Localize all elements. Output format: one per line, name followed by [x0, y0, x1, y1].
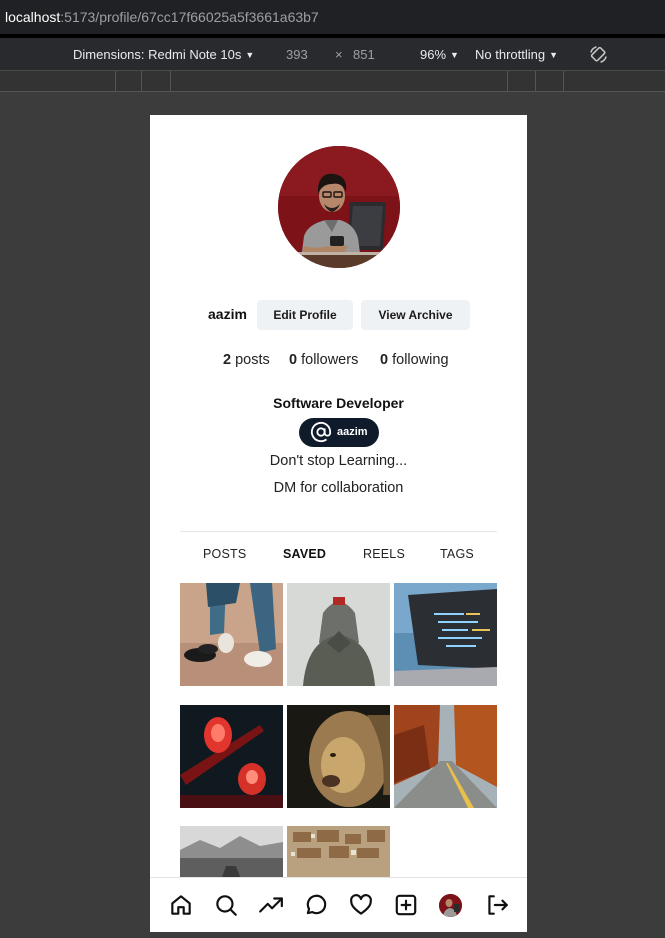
- edit-profile-button[interactable]: Edit Profile: [257, 300, 353, 330]
- rotate-icon[interactable]: [588, 44, 609, 68]
- zoom-select[interactable]: 96% ▼: [420, 38, 459, 73]
- tab-reels[interactable]: REELS: [363, 547, 405, 561]
- bio-title: Software Developer: [273, 395, 404, 411]
- trending-icon[interactable]: [258, 892, 284, 918]
- dropdown-caret-icon: ▼: [549, 50, 559, 60]
- followers-label: followers: [301, 352, 359, 368]
- followers-stat[interactable]: 0 followers: [289, 352, 358, 368]
- device-select[interactable]: Dimensions: Redmi Note 10s ▼: [73, 38, 254, 73]
- profile-picture[interactable]: [278, 146, 400, 268]
- home-icon[interactable]: [168, 892, 194, 918]
- post-tile-red-lamp[interactable]: [180, 705, 283, 808]
- url-path: :5173/profile/67cc17f66025a5f3661a63b7: [60, 9, 319, 25]
- following-count: 0: [380, 352, 389, 368]
- tab-tags[interactable]: TAGS: [440, 547, 474, 561]
- dropdown-caret-icon: ▼: [245, 50, 255, 60]
- url-host: localhost: [5, 9, 61, 25]
- search-icon[interactable]: [213, 892, 239, 918]
- tab-saved[interactable]: SAVED: [283, 547, 326, 561]
- add-post-icon[interactable]: [393, 892, 419, 918]
- threads-handle: aazim: [337, 426, 368, 438]
- following-label: following: [392, 352, 449, 368]
- posts-stat[interactable]: 2 posts: [223, 352, 270, 368]
- followers-count: 0: [289, 352, 298, 368]
- following-stat[interactable]: 0 following: [380, 352, 449, 368]
- viewport-bottom: [150, 932, 527, 938]
- throttling-label: No throttling: [475, 47, 546, 62]
- times-label: ×: [335, 47, 343, 62]
- posts-count: 2: [223, 352, 232, 368]
- bottom-navigation: [150, 877, 527, 932]
- tab-posts[interactable]: POSTS: [203, 547, 246, 561]
- logout-icon[interactable]: [484, 892, 510, 918]
- profile-header-row: aazim Edit Profile View Archive: [150, 300, 527, 330]
- chat-icon[interactable]: [303, 892, 329, 918]
- dropdown-caret-icon: ▼: [450, 50, 459, 60]
- post-tile-laptop-code[interactable]: [394, 583, 497, 686]
- width-input[interactable]: 393: [286, 38, 308, 71]
- threads-badge[interactable]: aazim: [299, 418, 379, 447]
- zoom-label: 96%: [420, 47, 447, 62]
- profile-avatar[interactable]: [439, 894, 462, 917]
- bio-line: Don't stop Learning...: [269, 453, 408, 469]
- heart-icon[interactable]: [348, 892, 374, 918]
- username: aazim: [208, 306, 247, 322]
- bio-line: DM for collaboration: [273, 480, 404, 496]
- ruler: [0, 71, 665, 92]
- posts-label: posts: [235, 352, 270, 368]
- post-tile-lion[interactable]: [287, 705, 390, 808]
- device-toolbar: Dimensions: Redmi Note 10s ▼ 393 × 851 96…: [0, 38, 665, 71]
- threads-icon: [310, 421, 332, 443]
- height-input[interactable]: 851: [353, 38, 375, 71]
- address-bar[interactable]: localhost:5173/profile/67cc17f66025a5f36…: [0, 0, 665, 36]
- post-tile-hooded-figure[interactable]: [287, 583, 390, 686]
- throttling-select[interactable]: No throttling ▼: [475, 38, 558, 73]
- post-tile-autumn-road[interactable]: [394, 705, 497, 808]
- mobile-viewport: aazim Edit Profile View Archive 2 posts …: [150, 115, 527, 932]
- divider: [180, 531, 497, 532]
- view-archive-button[interactable]: View Archive: [361, 300, 470, 330]
- post-tile-sneakers[interactable]: [180, 583, 283, 686]
- device-label: Dimensions: Redmi Note 10s: [73, 47, 242, 62]
